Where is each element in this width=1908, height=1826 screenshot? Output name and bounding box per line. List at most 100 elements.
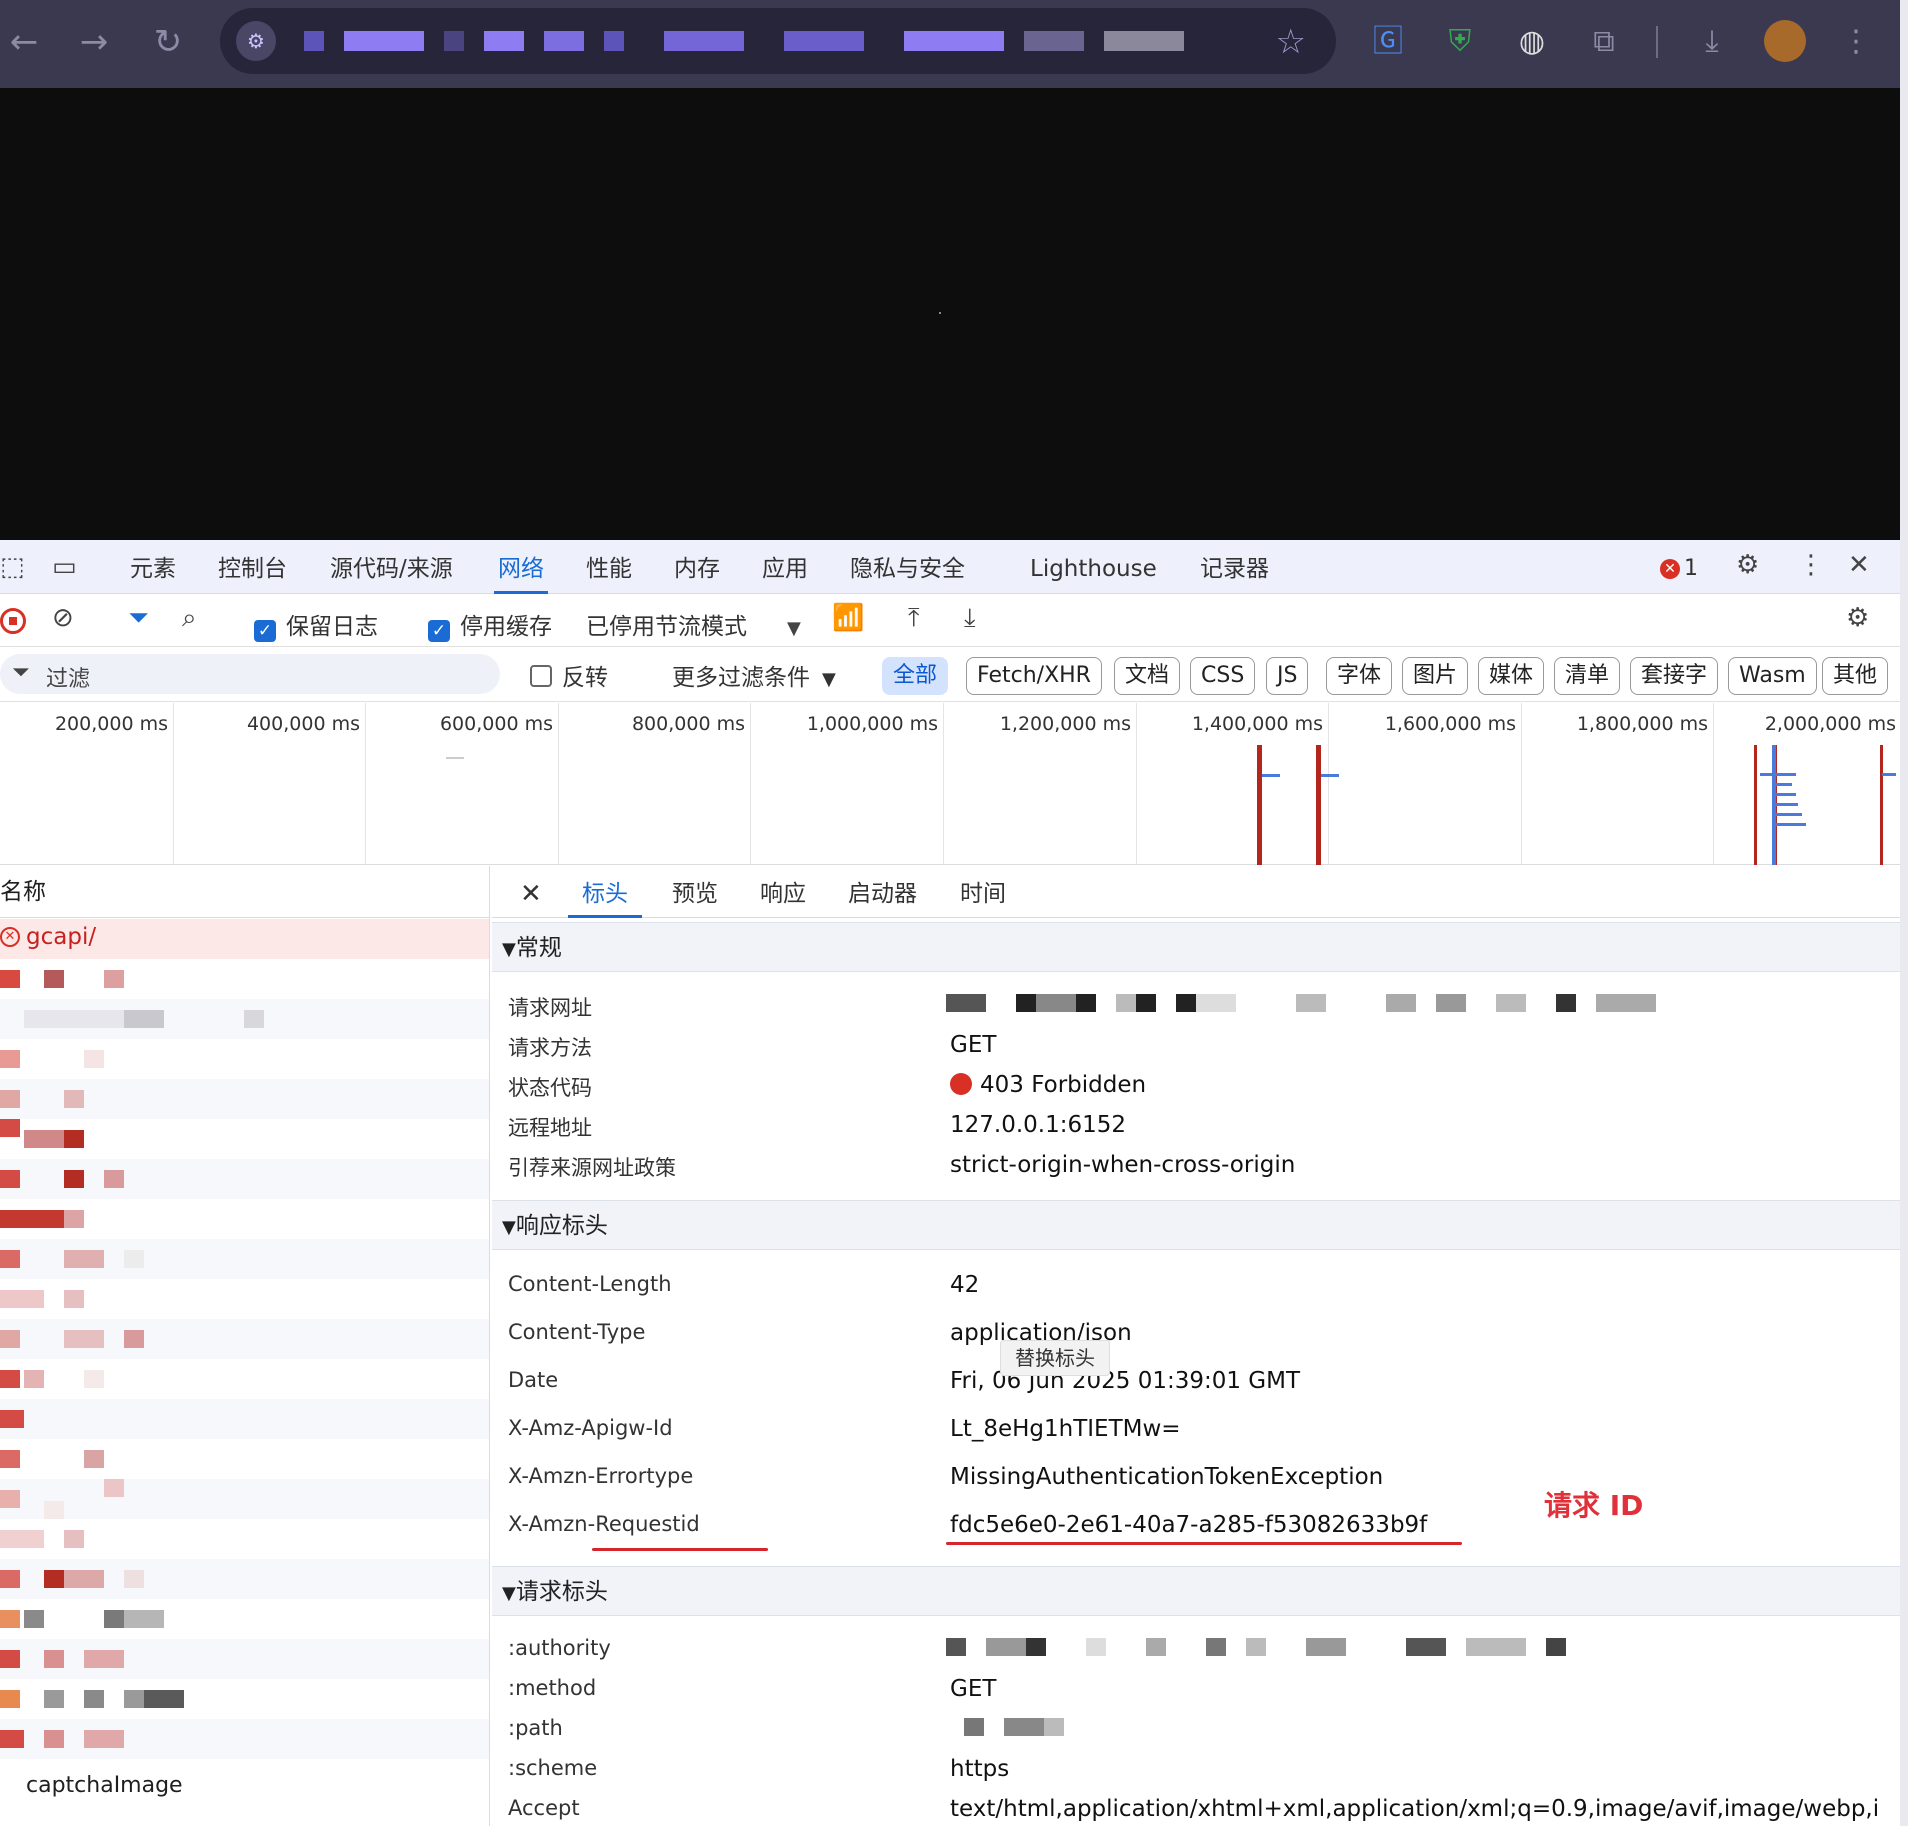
network-settings-icon[interactable]: ⚙ <box>1846 603 1869 633</box>
request-row[interactable] <box>0 1719 489 1759</box>
export-har-icon[interactable]: ⤓ <box>964 603 976 634</box>
request-row[interactable] <box>0 1039 489 1079</box>
header-value: GET <box>950 1676 997 1702</box>
section-request-headers[interactable]: ▼请求标头 <box>492 1566 1900 1616</box>
timeline-tick: 400,000 ms <box>246 713 360 735</box>
inspect-element-icon[interactable]: ⬚ <box>0 552 25 582</box>
type-filter-fetch-xhr[interactable]: Fetch/XHR <box>966 657 1102 695</box>
header-key: :path <box>508 1716 563 1740</box>
request-list: 名称 ✕ gcapi/ captchaImage <box>0 866 490 1826</box>
tab-lighthouse[interactable]: Lighthouse <box>1026 540 1161 594</box>
search-icon[interactable]: ⌕ <box>182 603 197 634</box>
tab-sources[interactable]: 源代码/来源 <box>326 540 457 594</box>
request-row[interactable] <box>0 999 489 1039</box>
bookmark-star-icon[interactable]: ☆ <box>1276 22 1306 62</box>
network-overview[interactable]: 200,000 ms 400,000 ms 600,000 ms 800,000… <box>0 703 1900 865</box>
type-filter-manifest[interactable]: 清单 <box>1554 657 1621 695</box>
request-row[interactable] <box>0 1639 489 1679</box>
globe-extension-icon[interactable]: ◍ <box>1508 18 1556 66</box>
filter-funnel-icon[interactable]: ⏷ <box>128 603 149 634</box>
section-general[interactable]: ▼常规 <box>492 922 1900 972</box>
request-row[interactable] <box>0 1359 489 1399</box>
tab-initiator[interactable]: 启动器 <box>848 866 917 918</box>
tab-network[interactable]: 网络 <box>494 540 548 594</box>
type-filter-wasm[interactable]: Wasm <box>1728 657 1817 695</box>
network-conditions-icon[interactable]: 📶 <box>832 603 864 633</box>
throttling-select[interactable]: 已停用节流模式 ▼ <box>586 607 801 641</box>
request-row[interactable] <box>0 1439 489 1479</box>
type-filter-css[interactable]: CSS <box>1190 657 1256 695</box>
clear-icon[interactable]: ⊘ <box>52 603 74 633</box>
disable-cache-checkbox[interactable]: ✓ 停用缓存 <box>428 607 552 642</box>
back-icon[interactable]: ← <box>0 18 48 66</box>
request-row[interactable] <box>0 1199 489 1239</box>
header-value: text/html,application/xhtml+xml,applicat… <box>950 1796 1880 1822</box>
window-edge <box>1900 0 1908 1826</box>
more-filters-dropdown[interactable]: 更多过滤条件 ▼ <box>672 658 836 692</box>
forward-icon[interactable]: → <box>70 18 118 66</box>
record-stop-icon[interactable] <box>0 608 26 634</box>
tab-console[interactable]: 控制台 <box>214 540 291 594</box>
tab-timing[interactable]: 时间 <box>960 866 1006 918</box>
download-icon[interactable]: ⤓ <box>1688 18 1736 66</box>
column-header-name[interactable]: 名称 <box>0 866 489 918</box>
tab-elements[interactable]: 元素 <box>126 540 180 594</box>
type-filter-img[interactable]: 图片 <box>1402 657 1469 695</box>
type-filter-other[interactable]: 其他 <box>1822 657 1889 695</box>
request-row[interactable] <box>0 1239 489 1279</box>
tab-application[interactable]: 应用 <box>758 540 812 594</box>
annotation-underline <box>946 1542 1462 1545</box>
device-toolbar-icon[interactable]: ▭ <box>52 552 77 582</box>
address-bar[interactable]: ⚙ ☆ <box>220 8 1336 74</box>
avatar[interactable] <box>1764 20 1806 62</box>
request-row-selected[interactable]: ✕ gcapi/ <box>0 919 489 959</box>
close-details-icon[interactable]: ✕ <box>520 866 542 918</box>
invert-checkbox[interactable]: 反转 <box>530 658 608 692</box>
request-row[interactable] <box>0 1079 489 1119</box>
close-devtools-icon[interactable]: ✕ <box>1848 550 1870 580</box>
menu-kebab-icon[interactable]: ⋮ <box>1832 18 1880 66</box>
request-row[interactable] <box>0 1159 489 1199</box>
status-code: 403 Forbidden <box>950 1072 1146 1098</box>
tab-privacy-security[interactable]: 隐私与安全 <box>846 540 969 594</box>
more-options-icon[interactable]: ⋮ <box>1798 550 1824 580</box>
request-row[interactable] <box>0 1679 489 1719</box>
url-redacted <box>304 31 324 51</box>
tab-headers[interactable]: 标头 <box>568 866 642 918</box>
tab-recorder[interactable]: 记录器 <box>1196 540 1273 594</box>
header-value: GET <box>950 1032 997 1058</box>
filter-input[interactable]: ⏷ 过滤 <box>0 654 500 694</box>
request-row[interactable] <box>0 1479 489 1519</box>
request-row[interactable] <box>0 1279 489 1319</box>
extensions-puzzle-icon[interactable]: ⧉ <box>1580 18 1628 66</box>
details-tabbar: ✕ 标头 预览 响应 启动器 时间 <box>492 866 1900 918</box>
tab-response[interactable]: 响应 <box>760 866 806 918</box>
type-filter-doc[interactable]: 文档 <box>1114 657 1181 695</box>
preserve-log-checkbox[interactable]: ✓ 保留日志 <box>254 607 378 642</box>
type-filter-media[interactable]: 媒体 <box>1478 657 1545 695</box>
request-row[interactable] <box>0 1319 489 1359</box>
request-row[interactable] <box>0 1519 489 1559</box>
translate-icon[interactable]: 🄶 <box>1364 18 1412 66</box>
type-filter-all[interactable]: 全部 <box>882 657 949 695</box>
request-row[interactable] <box>0 959 489 999</box>
section-response-headers[interactable]: ▼响应标头 <box>492 1200 1900 1250</box>
import-har-icon[interactable]: ⤒ <box>908 603 920 634</box>
request-row[interactable] <box>0 1559 489 1599</box>
shield-extension-icon[interactable]: ⛨ <box>1436 18 1484 66</box>
reload-icon[interactable]: ↻ <box>144 18 192 66</box>
tab-performance[interactable]: 性能 <box>582 540 636 594</box>
tab-memory[interactable]: 内存 <box>670 540 724 594</box>
error-count-badge[interactable]: ✕ 1 <box>1660 556 1698 581</box>
request-row[interactable] <box>0 1599 489 1639</box>
request-row[interactable] <box>0 1119 489 1159</box>
request-row[interactable]: captchaImage <box>0 1759 489 1799</box>
type-filter-js[interactable]: JS <box>1266 657 1309 695</box>
settings-gear-icon[interactable]: ⚙ <box>1736 550 1759 580</box>
tab-preview[interactable]: 预览 <box>672 866 718 918</box>
site-info-icon[interactable]: ⚙ <box>236 21 276 61</box>
type-filter-socket[interactable]: 套接字 <box>1630 657 1719 695</box>
timeline-event-marker <box>1316 745 1321 865</box>
request-row[interactable] <box>0 1399 489 1439</box>
type-filter-font[interactable]: 字体 <box>1326 657 1393 695</box>
